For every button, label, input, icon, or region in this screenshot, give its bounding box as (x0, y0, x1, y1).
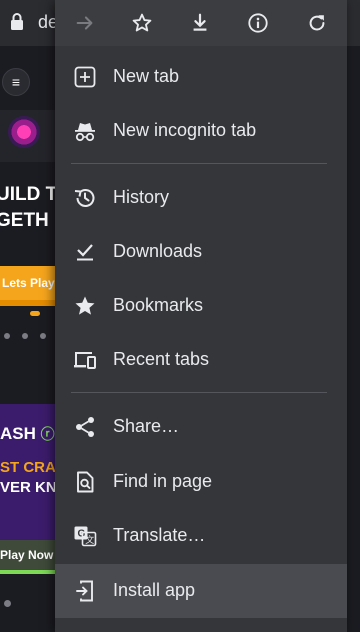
menu-item-share[interactable]: Share… (55, 400, 347, 454)
menu-item-history[interactable]: History (55, 171, 347, 225)
forward-button[interactable] (65, 0, 105, 46)
carousel-dots (4, 326, 58, 344)
cta-underline (0, 300, 58, 306)
menu-toolbar (55, 0, 347, 46)
plus-box-icon (73, 65, 97, 89)
star-icon (132, 13, 152, 32)
svg-text:文: 文 (85, 534, 94, 546)
forward-icon (76, 16, 93, 30)
menu-item-label: Share… (113, 416, 180, 436)
menu-item-label: History (113, 187, 170, 207)
menu-item-label: Recent tabs (113, 349, 210, 369)
download-icon (193, 13, 207, 31)
devices-icon (73, 348, 97, 372)
page-info-button[interactable] (238, 0, 278, 46)
find-icon (73, 470, 97, 494)
download-page-button[interactable] (180, 0, 220, 46)
history-icon (73, 186, 97, 210)
refresh-button[interactable] (297, 0, 337, 46)
menu-item-downloads[interactable]: Downloads (55, 225, 347, 279)
menu-item-install-app[interactable]: Install app (55, 564, 347, 618)
star-filled-icon (73, 294, 97, 318)
overflow-menu: New tab New incognito tab History Downlo… (55, 0, 347, 632)
menu-item-label: Translate… (113, 525, 206, 545)
menu-item-translate[interactable]: G文 Translate… (55, 509, 347, 563)
menu-item-label: Find in page (113, 471, 213, 491)
bookmark-star-button[interactable] (122, 0, 162, 46)
refresh-icon (309, 15, 325, 31)
menu-divider (71, 392, 327, 393)
crash-badge-icon: ⓡ (40, 426, 55, 442)
site-menu-icon[interactable]: ≡ (2, 68, 30, 96)
downloads-icon (73, 240, 97, 264)
hero-headline-line-2: GETH (0, 210, 49, 231)
menu-item-label: New incognito tab (113, 120, 257, 140)
crash-title-text: ASH (0, 424, 36, 443)
menu-divider (71, 163, 327, 164)
menu-item-find-in-page[interactable]: Find in page (55, 455, 347, 509)
menu-item-label: Downloads (113, 241, 203, 261)
hero-headline: UILD TI GETH (0, 182, 63, 234)
menu-item-new-tab[interactable]: New tab (55, 50, 347, 104)
lock-icon (11, 13, 23, 30)
carousel-dot (4, 600, 11, 607)
site-logo (8, 116, 40, 148)
share-icon (73, 415, 97, 439)
menu-item-recent-tabs[interactable]: Recent tabs (55, 333, 347, 387)
lets-play-button[interactable]: Lets Play (0, 266, 58, 300)
crash-title: ASH ⓡ (0, 424, 55, 444)
info-icon (248, 13, 268, 33)
menu-item-bookmarks[interactable]: Bookmarks (55, 279, 347, 333)
play-now-button[interactable]: Play Now (0, 540, 60, 570)
menu-item-new-incognito-tab[interactable]: New incognito tab (55, 104, 347, 158)
hero-headline-line-1: UILD TI (0, 184, 63, 205)
translate-icon: G文 (73, 524, 97, 548)
carousel-active-indicator (30, 311, 40, 316)
incognito-icon (73, 119, 97, 143)
menu-item-label: Bookmarks (113, 295, 204, 315)
menu-item-label: New tab (113, 66, 180, 86)
menu-item-label: Install app (113, 580, 196, 600)
play-now-underline (0, 570, 60, 574)
install-app-icon (73, 579, 97, 603)
